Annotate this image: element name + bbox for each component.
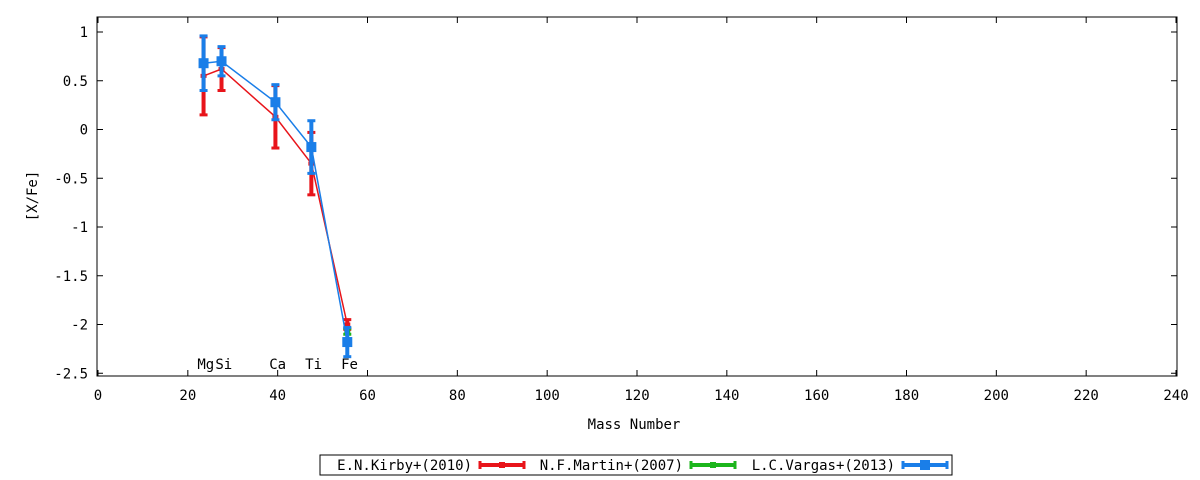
element-label: Fe bbox=[341, 357, 358, 373]
x-tick-label: 160 bbox=[804, 388, 829, 404]
element-label: Ca bbox=[269, 357, 286, 373]
x-tick-label: 120 bbox=[624, 388, 649, 404]
y-tick-label: -2 bbox=[71, 318, 88, 334]
y-tick-label: -1 bbox=[71, 220, 88, 236]
x-tick-label: 140 bbox=[714, 388, 739, 404]
x-tick-label: 220 bbox=[1074, 388, 1099, 404]
legend-label: L.C.Vargas+(2013) bbox=[752, 458, 895, 474]
element-label: Ti bbox=[305, 357, 322, 373]
legend-marker bbox=[499, 462, 505, 468]
legend-marker bbox=[710, 462, 716, 468]
x-tick-label: 60 bbox=[359, 388, 376, 404]
x-tick-label: 200 bbox=[984, 388, 1009, 404]
y-tick-label: 1 bbox=[80, 25, 88, 41]
data-point bbox=[344, 322, 351, 327]
y-tick-label: -0.5 bbox=[54, 171, 88, 187]
legend-label: E.N.Kirby+(2010) bbox=[337, 458, 472, 474]
x-tick-label: 180 bbox=[894, 388, 919, 404]
legend: E.N.Kirby+(2010) N.F.Martin+(2007) L.C.Var… bbox=[319, 454, 953, 476]
x-tick-label: 80 bbox=[449, 388, 466, 404]
x-tick-label: 0 bbox=[94, 388, 102, 404]
x-axis-label: Mass Number bbox=[588, 417, 681, 433]
data-point bbox=[270, 97, 281, 108]
x-tick-label: 40 bbox=[269, 388, 286, 404]
y-axis-label: [X/Fe] bbox=[25, 171, 41, 222]
x-tick-label: 100 bbox=[535, 388, 560, 404]
chart: 0 20 40 60 80 100 120 140 160 180 200 220 240 1 0.5 0 -0… bbox=[25, 16, 1189, 476]
element-label: Mg bbox=[197, 357, 214, 373]
series-0 bbox=[199, 35, 352, 331]
y-tick-label: 0.5 bbox=[63, 74, 88, 90]
x-tick-label: 20 bbox=[179, 388, 196, 404]
data-point bbox=[216, 56, 227, 67]
legend-label: N.F.Martin+(2007) bbox=[540, 458, 683, 474]
plot-frame bbox=[96, 16, 1178, 377]
y-tick-label: -1.5 bbox=[54, 269, 88, 285]
x-tick-label: 240 bbox=[1163, 388, 1188, 404]
data-point bbox=[306, 142, 317, 153]
data-point bbox=[198, 58, 209, 69]
y-tick-label: -2.5 bbox=[54, 366, 88, 382]
element-label: Si bbox=[215, 357, 232, 373]
y-tick-label: 0 bbox=[80, 123, 88, 139]
data-point bbox=[342, 337, 353, 348]
legend-marker bbox=[920, 460, 930, 470]
